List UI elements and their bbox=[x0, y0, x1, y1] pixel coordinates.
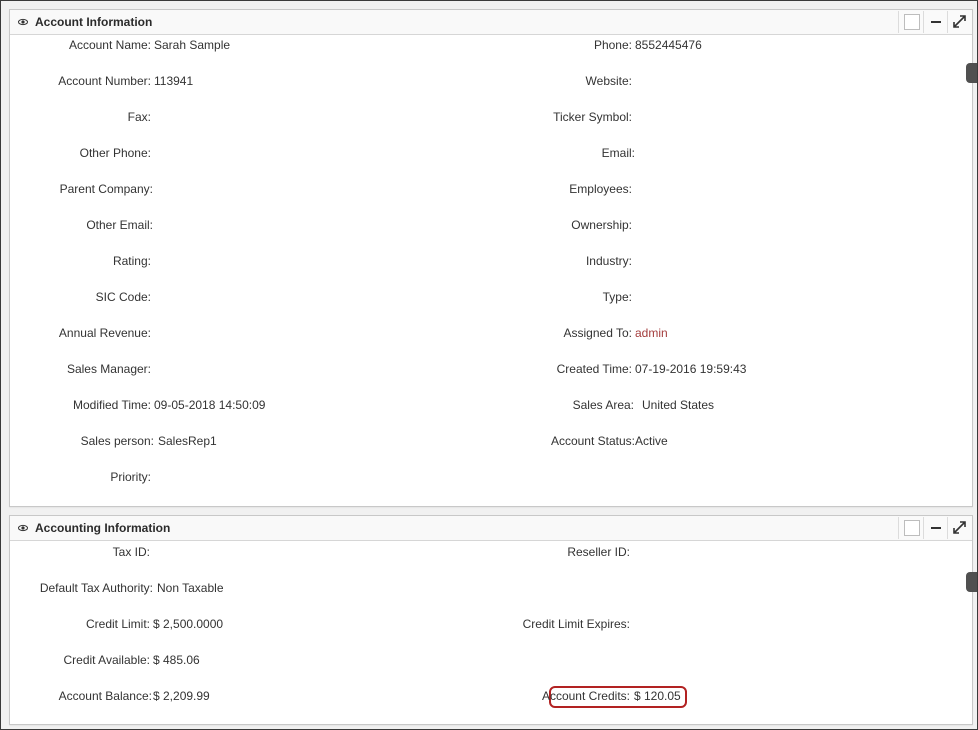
account-right-field-10-label: Sales Area: bbox=[572, 398, 634, 412]
eye-icon[interactable] bbox=[18, 16, 28, 28]
eye-icon[interactable] bbox=[18, 522, 28, 534]
account-right-field-8-label: Assigned To: bbox=[563, 326, 633, 340]
accounting-right-field-0-label: Reseller ID: bbox=[567, 545, 630, 559]
accounting-right-field-1-label: Credit Limit Expires: bbox=[522, 617, 630, 631]
account-right-field-11-label: Account Status: bbox=[550, 434, 635, 448]
account-left-field-4-label: Parent Company: bbox=[59, 182, 153, 196]
account-right-field-10-value: United States bbox=[642, 398, 715, 412]
account-left-field-6-label: Rating: bbox=[112, 254, 151, 268]
accounting-right-field-2-value: $ 120.05 bbox=[634, 689, 681, 703]
account-right-field-9-label: Created Time: bbox=[556, 362, 632, 376]
account-right-field-2-label: Ticker Symbol: bbox=[553, 110, 632, 124]
panel-title: Accounting Information bbox=[35, 521, 171, 535]
select-panel-button[interactable] bbox=[898, 11, 923, 33]
accounting-right-field-2-label: Account Credits: bbox=[541, 689, 630, 703]
panel-title: Account Information bbox=[35, 15, 153, 29]
account-left-field-0-value: Sarah Sample bbox=[154, 38, 231, 52]
accounting-left-field-1-value: Non Taxable bbox=[157, 581, 224, 595]
account-left-field-1-value: 113941 bbox=[154, 74, 194, 88]
accounting-left-field-2-value: $ 2,500.0000 bbox=[153, 617, 224, 631]
accounting-left-field-0-label: Tax ID: bbox=[112, 545, 150, 559]
account-left-field-11-label: Sales person: bbox=[80, 434, 154, 448]
account-information-header: Account Information bbox=[10, 10, 972, 35]
account-left-field-7-label: SIC Code: bbox=[95, 290, 151, 304]
accounting-left-field-2-label: Credit Limit: bbox=[85, 617, 150, 631]
maximize-panel-button[interactable] bbox=[947, 517, 972, 539]
accounting-left-field-1-label: Default Tax Authority: bbox=[39, 581, 153, 595]
account-right-field-5-label: Ownership: bbox=[571, 218, 632, 232]
account-right-field-6-label: Industry: bbox=[585, 254, 632, 268]
account-right-field-0-label: Phone: bbox=[593, 38, 632, 52]
account-left-field-12-label: Priority: bbox=[110, 470, 151, 484]
accounting-left-field-3-label: Credit Available: bbox=[63, 653, 151, 667]
account-right-field-9-value: 07-19-2016 19:59:43 bbox=[635, 362, 747, 376]
account-left-field-9-label: Sales Manager: bbox=[66, 362, 151, 376]
accounting-left-field-4-value: $ 2,209.99 bbox=[153, 689, 210, 703]
account-right-field-1-label: Website: bbox=[585, 74, 632, 88]
expand-icon bbox=[953, 521, 966, 534]
account-left-field-0-label: Account Name: bbox=[68, 38, 151, 52]
expand-icon bbox=[953, 15, 966, 28]
account-right-field-0-value: 8552445476 bbox=[635, 38, 702, 52]
account-right-field-4-label: Employees: bbox=[569, 182, 632, 196]
accounting-left-field-4-label: Account Balance: bbox=[58, 689, 152, 703]
account-left-field-11-value: SalesRep1 bbox=[158, 434, 217, 448]
account-right-field-8-value[interactable]: admin bbox=[635, 325, 668, 341]
account-left-field-5-label: Other Email: bbox=[86, 218, 153, 232]
checkbox-icon bbox=[904, 520, 920, 536]
account-right-field-7-label: Type: bbox=[602, 290, 632, 304]
account-left-field-2-label: Fax: bbox=[127, 110, 151, 124]
account-right-field-3-label: Email: bbox=[601, 146, 635, 160]
account-left-field-10-label: Modified Time: bbox=[72, 398, 151, 412]
account-left-field-10-value: 09-05-2018 14:50:09 bbox=[154, 398, 266, 412]
minimize-panel-button[interactable] bbox=[923, 517, 948, 539]
accounting-information-header: Accounting Information bbox=[10, 516, 972, 541]
side-panel-handle[interactable] bbox=[966, 572, 977, 592]
page-frame: Account Information Accounting Informati… bbox=[0, 0, 978, 730]
account-left-field-3-label: Other Phone: bbox=[79, 146, 151, 160]
select-panel-button[interactable] bbox=[898, 517, 923, 539]
minus-icon bbox=[931, 21, 941, 23]
minimize-panel-button[interactable] bbox=[923, 11, 948, 33]
accounting-left-field-3-value: $ 485.06 bbox=[153, 653, 200, 667]
account-right-field-11-value: Active bbox=[635, 434, 668, 448]
side-panel-handle[interactable] bbox=[966, 63, 977, 83]
account-left-field-8-label: Annual Revenue: bbox=[58, 326, 151, 340]
checkbox-icon bbox=[904, 14, 920, 30]
account-left-field-1-label: Account Number: bbox=[58, 74, 151, 88]
maximize-panel-button[interactable] bbox=[947, 11, 972, 33]
minus-icon bbox=[931, 527, 941, 529]
